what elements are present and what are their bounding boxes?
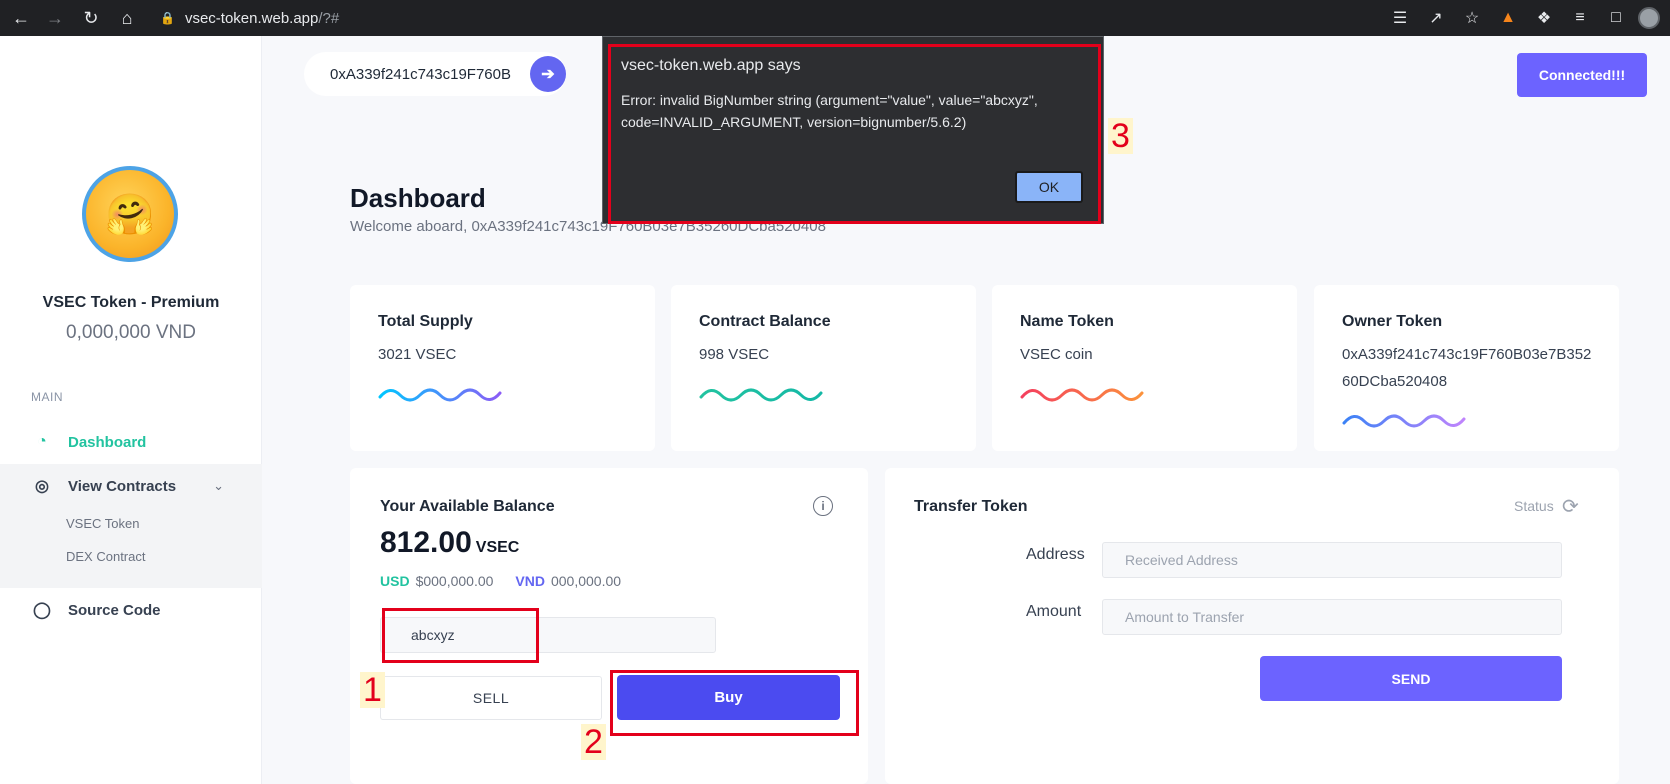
reading-list-icon[interactable]: ≡ (1566, 4, 1594, 32)
stat-label: Contract Balance (699, 313, 831, 330)
hugging-emoji-icon: 🤗 (105, 192, 155, 237)
stat-value: VSEC coin (1020, 346, 1093, 363)
back-arrow-icon[interactable]: ← (6, 3, 36, 33)
sell-button[interactable]: SELL (380, 676, 602, 720)
wave-sparkline-icon (1342, 414, 1466, 428)
sidebar-item-label: Source Code (68, 601, 161, 619)
amount-label: Amount (1026, 603, 1082, 620)
wave-sparkline-icon (699, 388, 823, 402)
profile-name: VSEC Token - Premium (42, 294, 220, 311)
balance-amount-value: 812.00 (380, 526, 472, 559)
transfer-amount-input[interactable] (1102, 599, 1562, 635)
stat-card-name-token: Name Token VSEC coin (992, 285, 1297, 451)
profile-balance: 0,000,000 VND (66, 322, 196, 343)
extensions-row: ☰ ↗ ☆ ▲ ❖ ≡ □ (1386, 3, 1660, 33)
annotation-box-dialog (608, 44, 1101, 224)
send-button[interactable]: SEND (1260, 656, 1562, 701)
stat-label: Name Token (1020, 313, 1114, 330)
balance-panel-title: Your Available Balance (380, 498, 555, 515)
sidebar-item-view-contracts[interactable]: ◎ View Contracts ⌄ (0, 466, 262, 506)
stat-value: 0xA339f241c743c19F760B03e7B35260DCba5204… (1342, 346, 1592, 390)
wallet-address-field[interactable]: 0xA339f241c743c19F760B (304, 52, 566, 96)
address-label: Address (1026, 546, 1085, 563)
chevron-down-icon: ⌄ (213, 478, 224, 493)
stat-value: 3021 VSEC (378, 346, 457, 363)
usd-value: $000,000.00 (415, 573, 494, 589)
info-icon[interactable]: i (813, 496, 833, 516)
sidebar-subitem-vsec-token[interactable]: VSEC Token (66, 516, 139, 531)
vnd-label: VND (515, 573, 545, 589)
stat-card-owner-token: Owner Token 0xA339f241c743c19F760B03e7B3… (1314, 285, 1619, 451)
url-path: /?# (318, 9, 340, 27)
refresh-icon[interactable]: ⟳ (1562, 494, 1579, 519)
usd-label: USD (380, 573, 410, 589)
address-bar[interactable]: 🔒 vsec-token.web.app/?# (160, 5, 1360, 31)
extensions-puzzle-icon[interactable]: ❖ (1530, 4, 1558, 32)
sidebar: 🤗 VSEC Token - Premium 0,000,000 VND MAI… (0, 36, 262, 784)
arrow-right-icon[interactable]: ➔ (530, 56, 566, 92)
fiat-values-row: USD $000,000.00 VND 000,000.00 (380, 573, 621, 589)
share-icon[interactable]: ↗ (1422, 4, 1450, 32)
transfer-panel-title: Transfer Token (914, 498, 1028, 515)
spinner-circle-icon: ◯ (33, 602, 51, 619)
gauge-icon: ◔ (37, 433, 47, 450)
profile-avatar: 🤗 (82, 166, 178, 262)
stat-card-total-supply: Total Supply 3021 VSEC (350, 285, 655, 451)
balance-unit: VSEC (475, 539, 520, 556)
status-label: Status (1514, 498, 1554, 514)
received-address-input[interactable] (1102, 542, 1562, 578)
sidebar-item-dashboard[interactable]: ◔ Dashboard (0, 422, 262, 462)
vnd-value: 000,000.00 (550, 573, 622, 589)
annotation-box-buy (610, 670, 859, 736)
translate-icon[interactable]: ☰ (1386, 4, 1414, 32)
home-icon[interactable]: ⌂ (112, 3, 142, 33)
wave-sparkline-icon (1020, 388, 1144, 402)
lock-icon: 🔒 (160, 11, 175, 25)
url-host: vsec-token.web.app (184, 9, 319, 27)
balance-amount: 812.00 VSEC (380, 526, 519, 560)
menu-section-label: MAIN (31, 390, 63, 404)
page-title: Dashboard (350, 183, 486, 213)
profile-avatar-icon[interactable] (1638, 7, 1660, 29)
sidebar-item-label: View Contracts (68, 477, 177, 495)
reload-icon[interactable]: ↻ (76, 3, 106, 33)
annotation-box-input (382, 608, 539, 663)
stat-card-contract-balance: Contract Balance 998 VSEC (671, 285, 976, 451)
forward-arrow-icon[interactable]: → (40, 3, 70, 33)
annotation-number-2: 2 (581, 724, 606, 760)
sidebar-item-label: Dashboard (68, 433, 147, 451)
annotation-number-1: 1 (360, 672, 385, 708)
browser-toolbar: ← → ↻ ⌂ 🔒 vsec-token.web.app/?# ☰ ↗ ☆ ▲ … (0, 0, 1670, 36)
wallet-address-value: 0xA339f241c743c19F760B (330, 65, 511, 83)
sidebar-subitem-dex-contract[interactable]: DEX Contract (66, 549, 145, 564)
connected-button[interactable]: Connected!!! (1517, 53, 1647, 97)
stat-value: 998 VSEC (699, 346, 770, 363)
wave-sparkline-icon (378, 388, 502, 402)
metamask-fox-icon[interactable]: ▲ (1494, 4, 1522, 32)
stat-label: Total Supply (378, 313, 473, 330)
side-panel-icon[interactable]: □ (1602, 4, 1630, 32)
sidebar-item-source-code[interactable]: ◯ Source Code (0, 590, 262, 630)
stat-label: Owner Token (1342, 313, 1443, 330)
target-icon: ◎ (35, 478, 49, 495)
annotation-number-3: 3 (1108, 118, 1133, 154)
bookmark-star-icon[interactable]: ☆ (1458, 4, 1486, 32)
